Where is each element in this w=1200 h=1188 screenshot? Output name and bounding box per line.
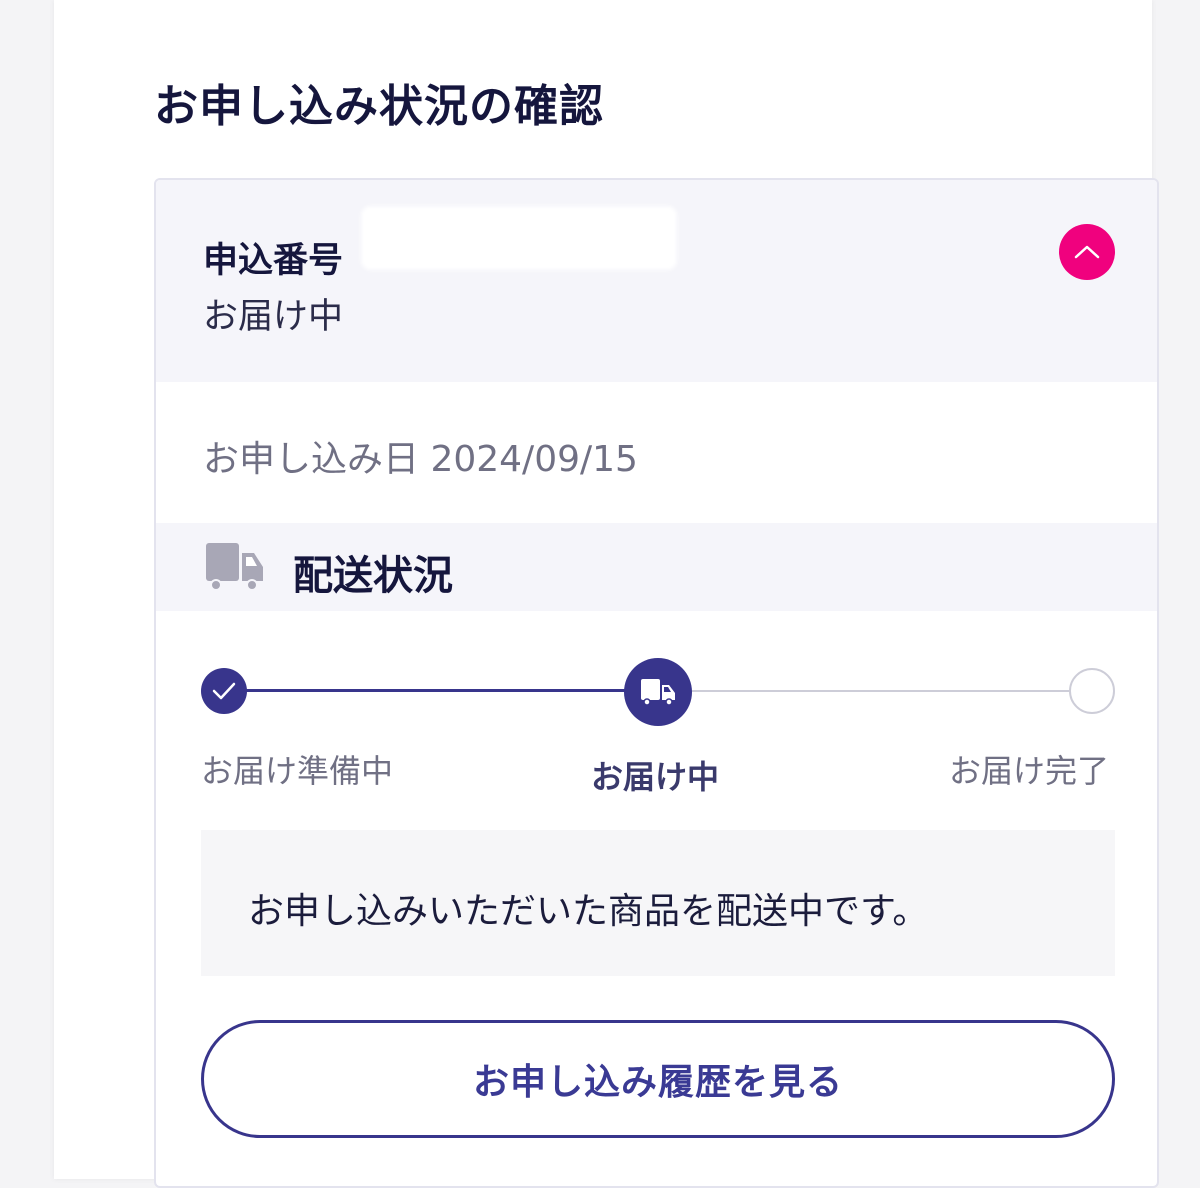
- page-card: お申し込み状況の確認 申込番号 お届け中 お申し込み日 2024/09/15 配…: [54, 0, 1159, 1188]
- progress-line-completed: [226, 689, 658, 692]
- step-label-preparing: お届け準備中: [201, 752, 394, 790]
- order-date: お申し込み日 2024/09/15: [203, 439, 638, 480]
- shipping-title: 配送状況: [293, 553, 453, 599]
- step-done-marker: [201, 668, 247, 714]
- order-status: お届け中: [203, 297, 344, 337]
- view-history-button[interactable]: お申し込み履歴を見る: [201, 1020, 1115, 1138]
- step-label-in-delivery: お届け中: [591, 758, 720, 796]
- order-number-label: 申込番号: [203, 241, 344, 281]
- order-number-redacted: [361, 206, 677, 270]
- truck-icon: [206, 543, 263, 591]
- page-title: お申し込み状況の確認: [154, 81, 604, 132]
- checkmark-icon: [212, 682, 236, 700]
- status-message-box: お申し込みいただいた商品を配送中です。: [201, 830, 1115, 976]
- truck-icon: [641, 679, 675, 706]
- step-current-marker: [624, 658, 692, 726]
- collapse-button[interactable]: [1059, 224, 1115, 280]
- chevron-up-icon: [1074, 245, 1100, 259]
- progress-line-pending: [658, 690, 1092, 692]
- step-pending-marker: [1069, 668, 1115, 714]
- step-label-delivered: お届け完了: [948, 752, 1109, 790]
- order-card: 申込番号 お届け中 お申し込み日 2024/09/15 配送状況 お届け準備中 …: [154, 178, 1159, 1188]
- order-header[interactable]: 申込番号 お届け中: [156, 180, 1157, 382]
- shipping-section-header: 配送状況: [156, 523, 1157, 611]
- status-message: お申し込みいただいた商品を配送中です。: [248, 891, 929, 932]
